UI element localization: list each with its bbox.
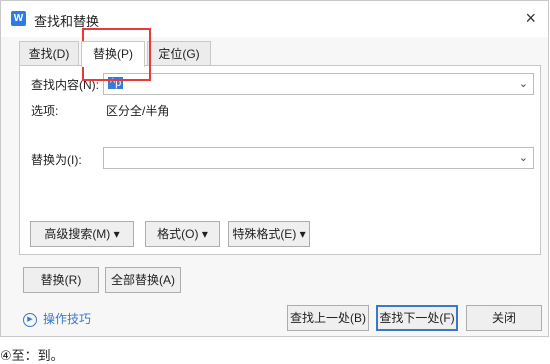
chevron-down-icon[interactable]: ⌄ [519, 151, 528, 164]
replace-with-combobox[interactable]: ⌄ [103, 147, 534, 169]
replace-button[interactable]: 替换(R) [23, 267, 99, 293]
tab-replace[interactable]: 替换(P) [81, 41, 145, 67]
tab-find[interactable]: 查找(D) [19, 41, 79, 65]
replace-panel: 查找内容(N): ^p ⌄ 选项: 区分全/半角 替换为(I): ⌄ 高级搜索(… [19, 65, 541, 255]
advanced-search-button[interactable]: 高级搜索(M) ▾ [30, 221, 134, 247]
tab-goto[interactable]: 定位(G) [147, 41, 211, 65]
tips-link[interactable]: ▶ 操作技巧 [23, 310, 91, 327]
play-circle-icon: ▶ [23, 312, 37, 327]
chevron-down-icon[interactable]: ⌄ [519, 77, 528, 90]
format-button[interactable]: 格式(O) ▾ [145, 221, 220, 247]
options-value: 区分全/半角 [106, 104, 170, 118]
wps-writer-icon: W [11, 11, 26, 26]
close-button[interactable]: 关闭 [466, 305, 542, 331]
close-icon[interactable]: × [525, 9, 536, 27]
special-format-button[interactable]: 特殊格式(E) ▾ [228, 221, 310, 247]
find-what-combobox[interactable]: ^p ⌄ [103, 73, 534, 95]
find-next-button[interactable]: 查找下一处(F) [376, 305, 458, 331]
options-label: 选项: [31, 104, 59, 118]
find-previous-button[interactable]: 查找上一处(B) [287, 305, 369, 331]
replace-all-button[interactable]: 全部替换(A) [105, 267, 181, 293]
replace-with-label: 替换为(I): [31, 153, 82, 167]
tips-label: 操作技巧 [43, 312, 92, 326]
find-replace-dialog: W 查找和替换 × 查找(D) 替换(P) 定位(G) 查找内容(N): ^p … [0, 0, 549, 337]
doc-line-5: ④至：到。 [0, 348, 64, 363]
